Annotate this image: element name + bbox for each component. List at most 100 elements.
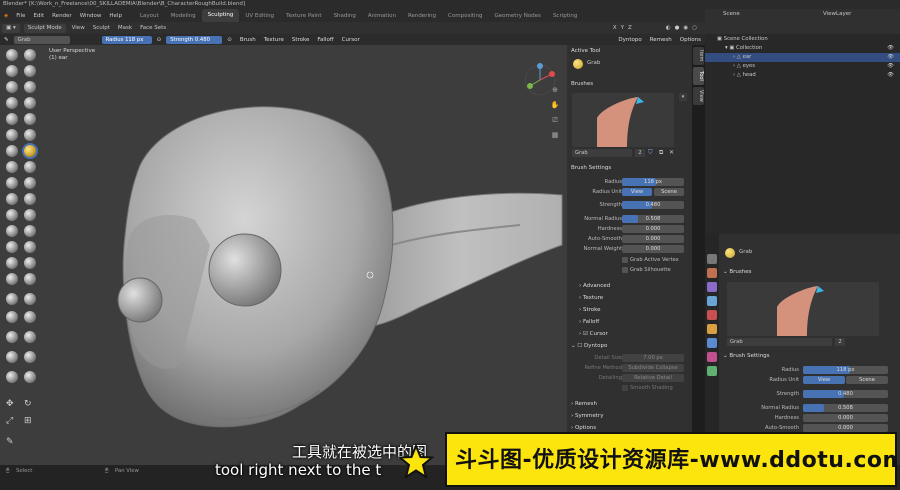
editor-type-dropdown[interactable]: ▣ ▾ xyxy=(2,23,20,33)
rotate-tool-icon[interactable] xyxy=(24,193,36,205)
menu-render[interactable]: Render xyxy=(48,13,76,19)
render-properties-tab[interactable] xyxy=(707,268,717,278)
collection-visibility-icon[interactable]: 👁 xyxy=(887,44,894,53)
flatten-tool-icon[interactable] xyxy=(6,129,18,141)
header-radius-field[interactable]: Radius 118 px xyxy=(101,35,152,44)
scale-tool-icon[interactable]: ⤢ xyxy=(6,416,13,426)
smooth-shading-checkbox[interactable] xyxy=(622,385,628,391)
shading-solid-icon[interactable]: ● xyxy=(673,25,682,31)
menu-edit[interactable]: Edit xyxy=(29,13,48,19)
menu-view[interactable]: View xyxy=(68,25,89,31)
clay-strips-tool-icon[interactable] xyxy=(24,65,36,77)
outliner-row-scene-collection[interactable]: ▣ Scene Collection xyxy=(705,35,900,44)
move-tool-icon[interactable]: ✥ xyxy=(6,399,14,409)
outliner-row-head[interactable]: › △ head 👁 xyxy=(705,71,900,80)
header-strength-field[interactable]: Strength 0.480 xyxy=(166,35,223,44)
outliner-filter-bar[interactable] xyxy=(705,22,900,34)
tab-rendering[interactable]: Rendering xyxy=(402,13,442,19)
detailing-dropdown[interactable]: Relative Detail xyxy=(622,374,684,382)
menu-mask[interactable]: Mask xyxy=(114,25,136,31)
hardness-slider[interactable]: 0.000 xyxy=(622,225,684,233)
duplicate-brush-icon[interactable]: ⧉ xyxy=(659,149,663,157)
ortho-toggle-icon[interactable]: ▦ xyxy=(550,130,560,140)
brush-settings-header[interactable]: Brush Settings xyxy=(567,163,692,173)
props-brush-users-count[interactable]: 2 xyxy=(835,338,845,346)
texture-subpanel[interactable]: › Texture xyxy=(567,293,692,303)
remesh-subpanel[interactable]: › Remesh xyxy=(567,399,692,409)
eyes-visibility-icon[interactable]: 👁 xyxy=(887,62,894,71)
paint-tool-icon[interactable] xyxy=(24,257,36,269)
mask-tool-icon[interactable] xyxy=(6,241,18,253)
tab-item[interactable]: Item xyxy=(693,47,704,65)
ear-visibility-icon[interactable]: 👁 xyxy=(887,53,894,62)
scene-properties-tab[interactable] xyxy=(707,310,717,320)
inflate-tool-icon[interactable] xyxy=(6,97,18,109)
smooth-tool-icon[interactable] xyxy=(24,113,36,125)
boundary-tool-icon[interactable] xyxy=(24,209,36,221)
box-hide-tool-icon[interactable] xyxy=(6,293,18,305)
menu-texture[interactable]: Texture xyxy=(260,37,288,43)
options-menu[interactable]: Options xyxy=(676,37,705,43)
data-properties-tab[interactable] xyxy=(707,366,717,376)
axis-x-toggle[interactable]: X xyxy=(611,25,619,31)
unlink-brush-icon[interactable]: ✕ xyxy=(669,149,674,156)
tool-properties-tab[interactable] xyxy=(707,254,717,264)
menu-face-sets[interactable]: Face Sets xyxy=(136,25,170,31)
draw-tool-icon[interactable] xyxy=(6,49,18,61)
auto-smooth-slider[interactable]: 0.000 xyxy=(622,235,684,243)
camera-view-icon[interactable]: ⎚ xyxy=(550,115,560,125)
normal-radius-slider[interactable]: 0.508 xyxy=(622,215,684,223)
tab-view[interactable]: View xyxy=(693,87,704,105)
outliner-row-ear[interactable]: › △ ear 👁 xyxy=(705,53,900,62)
blender-logo-icon[interactable]: ◈ xyxy=(0,13,12,19)
thumb-tool-icon[interactable] xyxy=(6,177,18,189)
scene-selector[interactable]: Scene xyxy=(723,11,740,17)
grab-tool-icon[interactable] xyxy=(24,145,36,157)
menu-file[interactable]: File xyxy=(12,13,29,19)
multires-displacement-tool-icon[interactable] xyxy=(6,257,18,269)
crease-tool-icon[interactable] xyxy=(6,113,18,125)
snake-hook-tool-icon[interactable] xyxy=(24,161,36,173)
mode-dropdown[interactable]: Sculpt Mode xyxy=(23,23,66,33)
mesh-filter-tool-icon[interactable] xyxy=(6,331,18,343)
brush-icon[interactable]: ✎ xyxy=(0,37,13,43)
props-brush-name-field[interactable]: Grab xyxy=(727,338,832,346)
tab-texture-paint[interactable]: Texture Paint xyxy=(280,13,328,19)
axis-z-toggle[interactable]: Z xyxy=(626,25,634,31)
props-hardness-slider[interactable]: 0.000 xyxy=(803,414,888,422)
box-mask-tool-icon[interactable] xyxy=(24,273,36,285)
menu-brush[interactable]: Brush xyxy=(236,37,260,43)
dyntopo-subpanel[interactable]: ⌄ ☐ Dyntopo xyxy=(567,341,692,351)
cursor-subpanel[interactable]: › ☑ Cursor xyxy=(567,329,692,339)
menu-sculpt[interactable]: Sculpt xyxy=(89,25,114,31)
tab-tool[interactable]: Tool xyxy=(693,67,704,85)
props-brushes-header[interactable]: ⌄ Brushes xyxy=(719,267,900,277)
props-normal-radius-slider[interactable]: 0.508 xyxy=(803,404,888,412)
modifier-properties-tab[interactable] xyxy=(707,338,717,348)
brush-name-field[interactable]: Grab xyxy=(572,149,632,157)
annotate-tool-icon[interactable]: ✎ xyxy=(6,437,14,447)
radius-unit-scene[interactable]: Scene xyxy=(654,188,684,196)
brush-selector[interactable]: Grab xyxy=(13,35,70,44)
simplify-tool-icon[interactable] xyxy=(24,225,36,237)
nudge-tool-icon[interactable] xyxy=(6,193,18,205)
radius-slider[interactable]: 118 px xyxy=(622,178,684,186)
menu-cursor[interactable]: Cursor xyxy=(338,37,364,43)
falloff-subpanel[interactable]: › Falloff xyxy=(567,317,692,327)
color-filter-tool-icon[interactable] xyxy=(6,351,18,363)
tab-modeling[interactable]: Modeling xyxy=(165,13,202,19)
brush-browse-icon[interactable]: ▾ xyxy=(679,93,687,101)
tab-compositing[interactable]: Compositing xyxy=(442,13,488,19)
layer-tool-icon[interactable] xyxy=(24,81,36,93)
draw-sharp-tool-icon[interactable] xyxy=(24,49,36,61)
props-radius-slider[interactable]: 118 px xyxy=(803,366,888,374)
output-properties-tab[interactable] xyxy=(707,282,717,292)
refine-method-dropdown[interactable]: Subdivide Collapse xyxy=(622,364,684,372)
draw-face-sets-tool-icon[interactable] xyxy=(24,241,36,253)
tab-shading[interactable]: Shading xyxy=(328,13,362,19)
axis-y-toggle[interactable]: Y xyxy=(619,25,626,31)
menu-window[interactable]: Window xyxy=(76,13,106,19)
pressure-strength-icon[interactable]: ⊙ xyxy=(223,37,236,43)
brushes-header[interactable]: Brushes xyxy=(567,79,692,89)
tab-sculpting[interactable]: Sculpting xyxy=(201,9,240,22)
